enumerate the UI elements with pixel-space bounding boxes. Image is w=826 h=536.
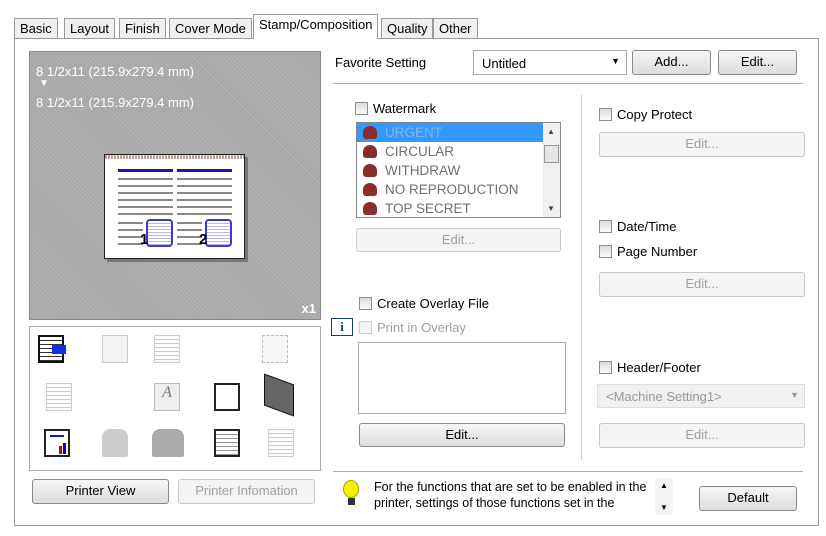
vertical-divider bbox=[581, 95, 582, 460]
printer-output-icon[interactable] bbox=[38, 335, 66, 363]
add-favorite-button[interactable]: Add... bbox=[632, 50, 711, 75]
chevron-down-icon: ▼ bbox=[611, 56, 620, 66]
watermark-label: Watermark bbox=[373, 101, 437, 116]
page-number-edit-button[interactable]: Edit... bbox=[599, 272, 805, 297]
scroll-down-icon[interactable]: ▼ bbox=[547, 204, 555, 213]
list-item[interactable]: CIRCULAR bbox=[357, 142, 560, 161]
watermark-icon bbox=[363, 164, 377, 177]
header-footer-label: Header/Footer bbox=[617, 360, 701, 375]
copy-protect-checkbox[interactable] bbox=[599, 108, 612, 121]
info-icon[interactable]: i bbox=[331, 318, 353, 336]
list-item[interactable]: TOP SECRET bbox=[357, 199, 560, 217]
multi-page-icon[interactable] bbox=[46, 383, 72, 411]
overlay-edit-button[interactable]: Edit... bbox=[359, 423, 565, 447]
watermark-list[interactable]: URGENT CIRCULAR WITHDRAW NO REPRODUCTION… bbox=[356, 122, 561, 218]
page-number-2: 2 bbox=[199, 231, 208, 248]
default-button[interactable]: Default bbox=[699, 486, 797, 511]
paper-size-output: 8 1/2x11 (215.9x279.4 mm) bbox=[36, 95, 195, 110]
tab-other[interactable]: Other bbox=[433, 18, 478, 39]
watermark-document-icon[interactable] bbox=[214, 383, 240, 411]
scroll-up-icon[interactable]: ▲ bbox=[660, 481, 668, 490]
create-overlay-label: Create Overlay File bbox=[377, 296, 489, 311]
watermark-icon bbox=[363, 145, 377, 158]
create-overlay-checkbox[interactable] bbox=[359, 297, 372, 310]
scroll-down-icon[interactable]: ▼ bbox=[660, 503, 668, 512]
tab-finish[interactable]: Finish bbox=[119, 18, 166, 39]
booklet-icon[interactable] bbox=[262, 335, 288, 363]
image-shift-icon[interactable] bbox=[102, 335, 128, 363]
favorite-setting-value: Untitled bbox=[482, 56, 527, 71]
page-number-1: 1 bbox=[140, 231, 149, 248]
scrollbar-thumb[interactable] bbox=[544, 145, 559, 163]
header-footer-edit-button[interactable]: Edit... bbox=[599, 423, 805, 448]
help-message: For the functions that are set to be ena… bbox=[374, 480, 647, 510]
tab-stamp-composition[interactable]: Stamp/Composition bbox=[253, 14, 379, 39]
list-item[interactable]: WITHDRAW bbox=[357, 161, 560, 180]
tab-basic[interactable]: Basic bbox=[14, 18, 58, 39]
cover-sheet-icon[interactable] bbox=[264, 373, 294, 417]
stamp-datetime-icon[interactable] bbox=[214, 429, 240, 457]
page-number-label: Page Number bbox=[617, 244, 698, 259]
date-time-label: Date/Time bbox=[617, 219, 677, 234]
print-overlay-checkbox[interactable] bbox=[359, 321, 372, 334]
scroll-up-icon[interactable]: ▲ bbox=[547, 127, 555, 136]
tab-cover-mode[interactable]: Cover Mode bbox=[169, 18, 252, 39]
page-number-checkbox[interactable] bbox=[599, 245, 612, 258]
copy-pages-icon[interactable] bbox=[154, 335, 180, 363]
list-scrollbar[interactable]: ▲ ▼ bbox=[543, 123, 560, 217]
watermark-checkbox[interactable] bbox=[355, 102, 368, 115]
arrow-down-icon: ▼ bbox=[39, 78, 49, 89]
divider bbox=[333, 471, 803, 472]
overlay-file-box[interactable] bbox=[358, 342, 566, 414]
lightbulb-icon bbox=[343, 480, 359, 505]
header-footer-select[interactable]: <Machine Setting1> ▼ bbox=[597, 384, 805, 408]
paper-size-original: 8 1/2x11 (215.9x279.4 mm) bbox=[36, 64, 195, 79]
list-item[interactable]: URGENT bbox=[357, 123, 560, 142]
printer-information-button[interactable]: Printer Infomation bbox=[178, 479, 315, 504]
date-time-checkbox[interactable] bbox=[599, 220, 612, 233]
favorite-setting-select[interactable]: Untitled ▼ bbox=[473, 50, 627, 75]
report-chart-icon[interactable] bbox=[44, 429, 70, 457]
tab-quality[interactable]: Quality bbox=[381, 18, 434, 39]
copy-protect-label: Copy Protect bbox=[617, 107, 693, 122]
user-authentication-icon[interactable] bbox=[102, 429, 128, 457]
watermark-edit-button[interactable]: Edit... bbox=[356, 228, 561, 252]
list-item[interactable]: NO REPRODUCTION bbox=[357, 180, 560, 199]
function-icon-panel: A bbox=[29, 326, 321, 471]
print-preview: 8 1/2x11 (215.9x279.4 mm) ▼ 8 1/2x11 (21… bbox=[29, 51, 321, 320]
header-footer-icon[interactable] bbox=[268, 429, 294, 457]
watermark-icon bbox=[363, 126, 377, 139]
favorite-setting-label: Favorite Setting bbox=[335, 55, 427, 70]
chevron-down-icon: ▼ bbox=[790, 390, 799, 400]
copies-count: x1 bbox=[301, 301, 316, 316]
watermark-icon bbox=[363, 183, 377, 196]
header-footer-value: <Machine Setting1> bbox=[606, 389, 722, 404]
account-track-icon[interactable] bbox=[152, 429, 184, 457]
page-thumbnail: 1 2 bbox=[104, 154, 245, 259]
message-scroll[interactable]: ▲ ▼ bbox=[655, 478, 673, 515]
copy-protect-edit-button[interactable]: Edit... bbox=[599, 132, 805, 157]
printer-view-button[interactable]: Printer View bbox=[32, 479, 169, 504]
print-overlay-label: Print in Overlay bbox=[377, 320, 466, 335]
header-footer-checkbox[interactable] bbox=[599, 361, 612, 374]
watermark-icon bbox=[363, 202, 377, 215]
divider bbox=[333, 83, 803, 84]
font-substitute-icon[interactable]: A bbox=[154, 383, 180, 411]
tab-layout[interactable]: Layout bbox=[64, 18, 116, 39]
edit-favorite-button[interactable]: Edit... bbox=[718, 50, 797, 75]
